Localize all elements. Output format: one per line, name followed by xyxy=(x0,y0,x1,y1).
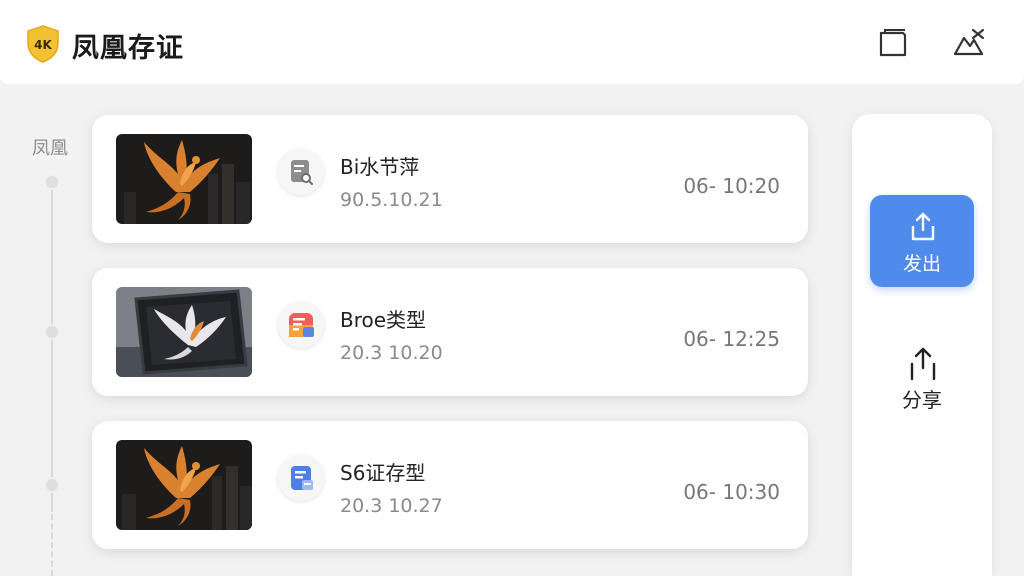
timeline-dot xyxy=(44,324,60,340)
timeline-dot xyxy=(44,174,60,190)
record-type-icon xyxy=(278,149,324,195)
badge-text: 4K xyxy=(34,38,52,52)
app-header: 4K 凤凰存证 xyxy=(0,0,1024,84)
record-type-icon xyxy=(278,455,324,501)
window-icon xyxy=(879,29,907,57)
timeline-line-dashed xyxy=(51,514,53,576)
record-card[interactable]: Bi水节萍 90.5.10.21 06- 10:20 xyxy=(92,115,808,243)
record-card[interactable]: S6证存型 20.3 10.27 06- 10:30 xyxy=(92,421,808,549)
record-date: 20.3 10.20 xyxy=(340,342,443,364)
record-title: Broe类型 xyxy=(340,308,427,332)
timeline-dot xyxy=(44,477,60,493)
timeline-label: 凤凰 xyxy=(32,138,68,159)
record-time: 06- 12:25 xyxy=(683,327,780,351)
app-logo-badge: 4K xyxy=(26,25,60,63)
app-title: 凤凰存证 xyxy=(72,33,184,64)
window-button[interactable] xyxy=(875,24,911,60)
export-icon xyxy=(911,212,935,241)
record-title: S6证存型 xyxy=(340,461,426,485)
record-time: 06- 10:30 xyxy=(683,480,780,504)
record-date: 90.5.10.21 xyxy=(340,189,443,211)
document-list-icon xyxy=(289,313,314,337)
record-type-icon xyxy=(278,302,324,348)
timeline-line xyxy=(51,182,53,512)
share-label: 分享 xyxy=(902,388,942,412)
action-panel: 发出 分享 xyxy=(852,114,992,576)
record-card[interactable]: Broe类型 20.3 10.20 06- 12:25 xyxy=(92,268,808,396)
export-button[interactable]: 发出 xyxy=(870,195,974,287)
close-icon xyxy=(953,28,985,56)
record-title: Bi水节萍 xyxy=(340,155,420,179)
export-label: 发出 xyxy=(902,253,941,275)
share-icon xyxy=(910,347,936,381)
record-time: 06- 10:20 xyxy=(683,174,780,198)
phoenix-thumbnail xyxy=(116,440,252,530)
document-search-icon xyxy=(291,160,313,185)
phoenix-thumbnail xyxy=(116,134,252,224)
record-date: 20.3 10.27 xyxy=(340,495,443,517)
phoenix-tablet-thumbnail xyxy=(116,287,252,377)
document-edit-icon xyxy=(291,466,313,490)
timeline: 凤凰 xyxy=(24,84,84,576)
close-button[interactable] xyxy=(951,24,987,60)
share-button[interactable]: 分享 xyxy=(870,344,974,414)
